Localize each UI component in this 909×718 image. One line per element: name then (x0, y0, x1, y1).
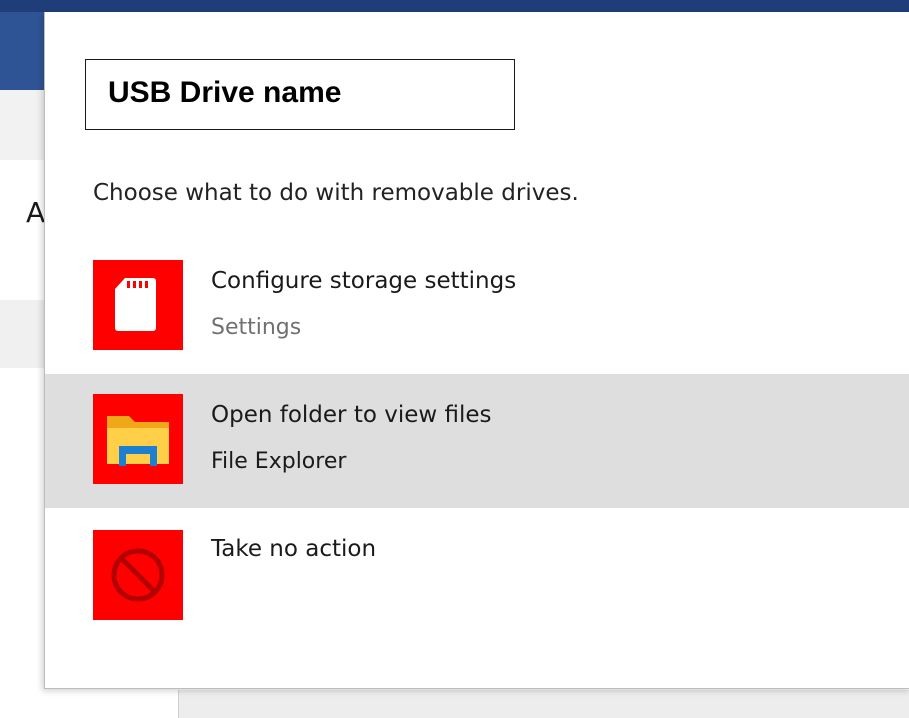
option-title: Configure storage settings (211, 268, 517, 294)
option-title: Open folder to view files (211, 402, 492, 428)
option-take-no-action[interactable]: Take no action (45, 508, 909, 642)
option-subtitle: File Explorer (211, 449, 347, 474)
option-title: Take no action (211, 536, 377, 562)
drive-name-box: USB Drive name (85, 59, 515, 130)
background-bottom-panel (178, 690, 909, 718)
sd-card-icon (93, 260, 183, 350)
option-open-folder[interactable]: Open folder to view files File Explorer (45, 374, 909, 508)
autoplay-prompt: Choose what to do with removable drives. (93, 180, 579, 206)
option-configure-storage[interactable]: Configure storage settings Settings (45, 240, 909, 374)
option-subtitle: Settings (211, 315, 302, 340)
autoplay-flyout: USB Drive name Choose what to do with re… (44, 12, 909, 689)
background-heading: A (26, 196, 46, 229)
folder-icon (93, 394, 183, 484)
drive-name: USB Drive name (108, 76, 342, 109)
no-action-icon (93, 530, 183, 620)
